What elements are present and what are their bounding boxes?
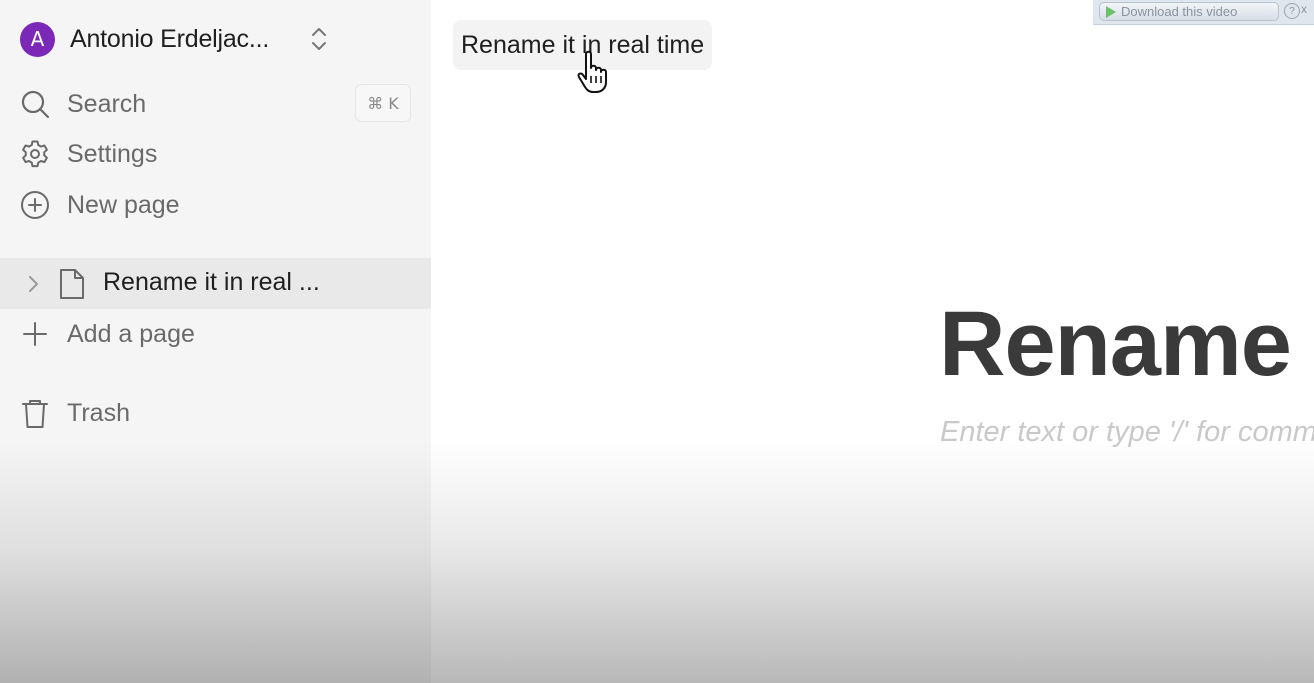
download-video-bar: Download this video ? x bbox=[1093, 0, 1314, 25]
plus-circle-icon bbox=[20, 190, 50, 220]
sidebar-item-label: New page bbox=[67, 190, 180, 219]
sidebar-item-settings[interactable]: Settings bbox=[20, 134, 410, 174]
add-page-label: Add a page bbox=[67, 319, 195, 348]
sidebar-item-trash[interactable]: Trash bbox=[20, 393, 320, 433]
add-page-button[interactable]: Add a page bbox=[20, 314, 320, 354]
gear-icon bbox=[20, 139, 50, 169]
download-video-label: Download this video bbox=[1121, 4, 1238, 19]
trash-label: Trash bbox=[67, 398, 130, 427]
sidebar-item-search[interactable]: Search ⌘ K bbox=[20, 84, 411, 124]
workspace-name: Antonio Erdeljac... bbox=[70, 24, 270, 53]
chevron-up-down-icon[interactable] bbox=[308, 24, 330, 54]
download-video-button[interactable]: Download this video bbox=[1099, 2, 1279, 21]
main-content: Rename it in real time Rename it in real… bbox=[431, 0, 1314, 683]
sidebar-item-label: Settings bbox=[67, 139, 158, 168]
plus-icon bbox=[20, 319, 50, 349]
sidebar-item-new-page[interactable]: New page bbox=[20, 185, 410, 225]
chevron-right-icon[interactable] bbox=[26, 273, 40, 295]
page-title[interactable]: Rename it in real time bbox=[939, 292, 1314, 397]
sidebar-page-label: Rename it in real ... bbox=[103, 268, 320, 296]
search-icon bbox=[20, 89, 50, 119]
avatar: A bbox=[20, 21, 55, 57]
sidebar: A Antonio Erdeljac... Search ⌘ K Setting… bbox=[0, 0, 431, 683]
file-icon bbox=[60, 269, 84, 299]
hand-pointer-icon bbox=[577, 50, 607, 93]
play-icon bbox=[1106, 5, 1116, 18]
editor-input[interactable]: Enter text or type '/' for commands bbox=[940, 416, 1314, 449]
help-icon[interactable]: ? bbox=[1284, 3, 1300, 19]
sidebar-item-label: Search bbox=[67, 89, 147, 118]
trash-icon bbox=[20, 398, 50, 428]
sidebar-page-item[interactable]: Rename it in real ... bbox=[0, 258, 431, 309]
close-icon[interactable]: x bbox=[1301, 2, 1307, 16]
workspace-switcher[interactable]: A Antonio Erdeljac... bbox=[20, 20, 340, 58]
keyboard-shortcut-badge: ⌘ K bbox=[355, 84, 411, 122]
app-window: A Antonio Erdeljac... Search ⌘ K Setting… bbox=[0, 0, 1314, 683]
